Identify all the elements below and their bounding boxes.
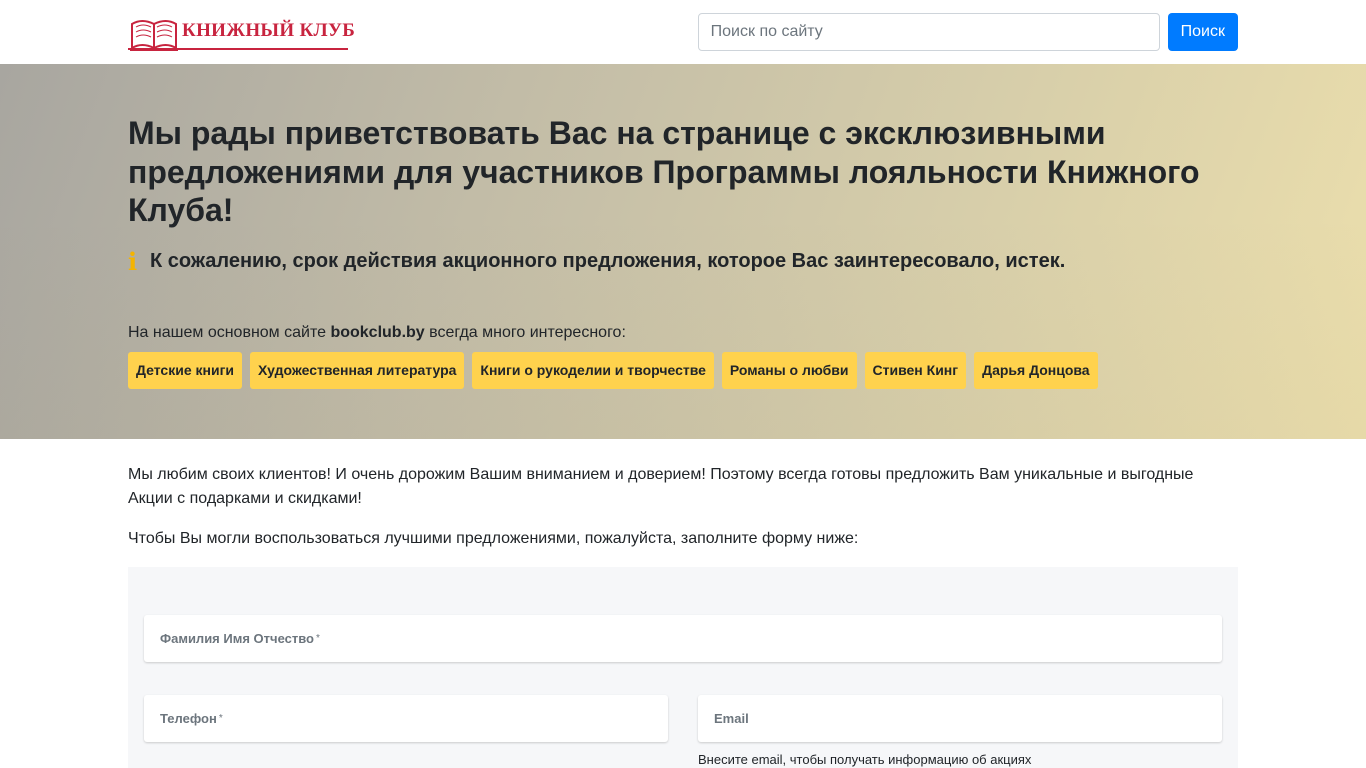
info-icon: i — [128, 246, 138, 276]
fio-label: Фамилия Имя Отчество — [160, 631, 314, 646]
intro-before: На нашем основном сайте — [128, 323, 331, 341]
page-title: Мы рады приветствовать Вас на странице с… — [128, 115, 1200, 228]
notice-text: К сожалению, срок действия акционного пр… — [150, 250, 1066, 272]
form-prompt: Чтобы Вы могли воспользоваться лучшими п… — [128, 530, 859, 547]
required-mark: * — [315, 633, 320, 644]
open-book-icon — [130, 20, 178, 51]
category-children-books[interactable]: Детские книги — [128, 351, 242, 389]
phone-column: Телефон * — [144, 695, 668, 767]
category-crafts[interactable]: Книги о рукоделии и творчестве — [472, 351, 714, 389]
logo-text: КНИЖНЫЙ КЛУБ — [182, 20, 356, 41]
search-button[interactable]: Поиск — [1167, 13, 1238, 51]
fio-field[interactable]: Фамилия Имя Отчество * — [144, 615, 1222, 662]
category-fiction[interactable]: Художественная литература — [250, 351, 465, 389]
required-mark: * — [218, 713, 223, 724]
search-input[interactable] — [697, 13, 1160, 51]
site-logo[interactable]: КНИЖНЫЙ КЛУБ — [128, 12, 355, 52]
category-dontsova[interactable]: Дарья Донцова — [974, 351, 1098, 389]
email-field[interactable]: Email — [698, 695, 1222, 742]
category-romance[interactable]: Романы о любви — [721, 351, 857, 389]
search-form: Поиск — [697, 13, 1238, 51]
logo-underline — [128, 48, 348, 50]
email-help-text: Внесите email, чтобы получать информацию… — [698, 752, 1032, 767]
hero-banner: Мы рады приветствовать Вас на странице с… — [0, 64, 1366, 439]
site-header: КНИЖНЫЙ КЛУБ Поиск — [0, 0, 1366, 64]
intro-after: всегда много интересного: — [424, 323, 626, 341]
category-stephen-king[interactable]: Стивен Кинг — [864, 351, 967, 389]
email-column: Email Внесите email, чтобы получать инфо… — [698, 695, 1222, 767]
expired-notice: i К сожалению, срок действия акционного … — [128, 246, 1238, 276]
category-links: Детские книги Художественная литература … — [128, 351, 1238, 389]
site-link: bookclub.by — [330, 323, 425, 341]
phone-field[interactable]: Телефон * — [144, 695, 668, 742]
phone-label: Телефон — [160, 711, 217, 726]
main-content: Мы любим своих клиентов! И очень дорожим… — [0, 439, 1366, 768]
intro-paragraph: Мы любим своих клиентов! И очень дорожим… — [128, 466, 1194, 507]
contact-row: Телефон * Email Внесите email, чтобы полу… — [144, 695, 1222, 767]
registration-form: Фамилия Имя Отчество * Телефон * Email Вне… — [128, 567, 1238, 768]
intro-line: На нашем основном сайте bookclub.by всег… — [128, 324, 1238, 342]
email-label: Email — [714, 711, 749, 726]
